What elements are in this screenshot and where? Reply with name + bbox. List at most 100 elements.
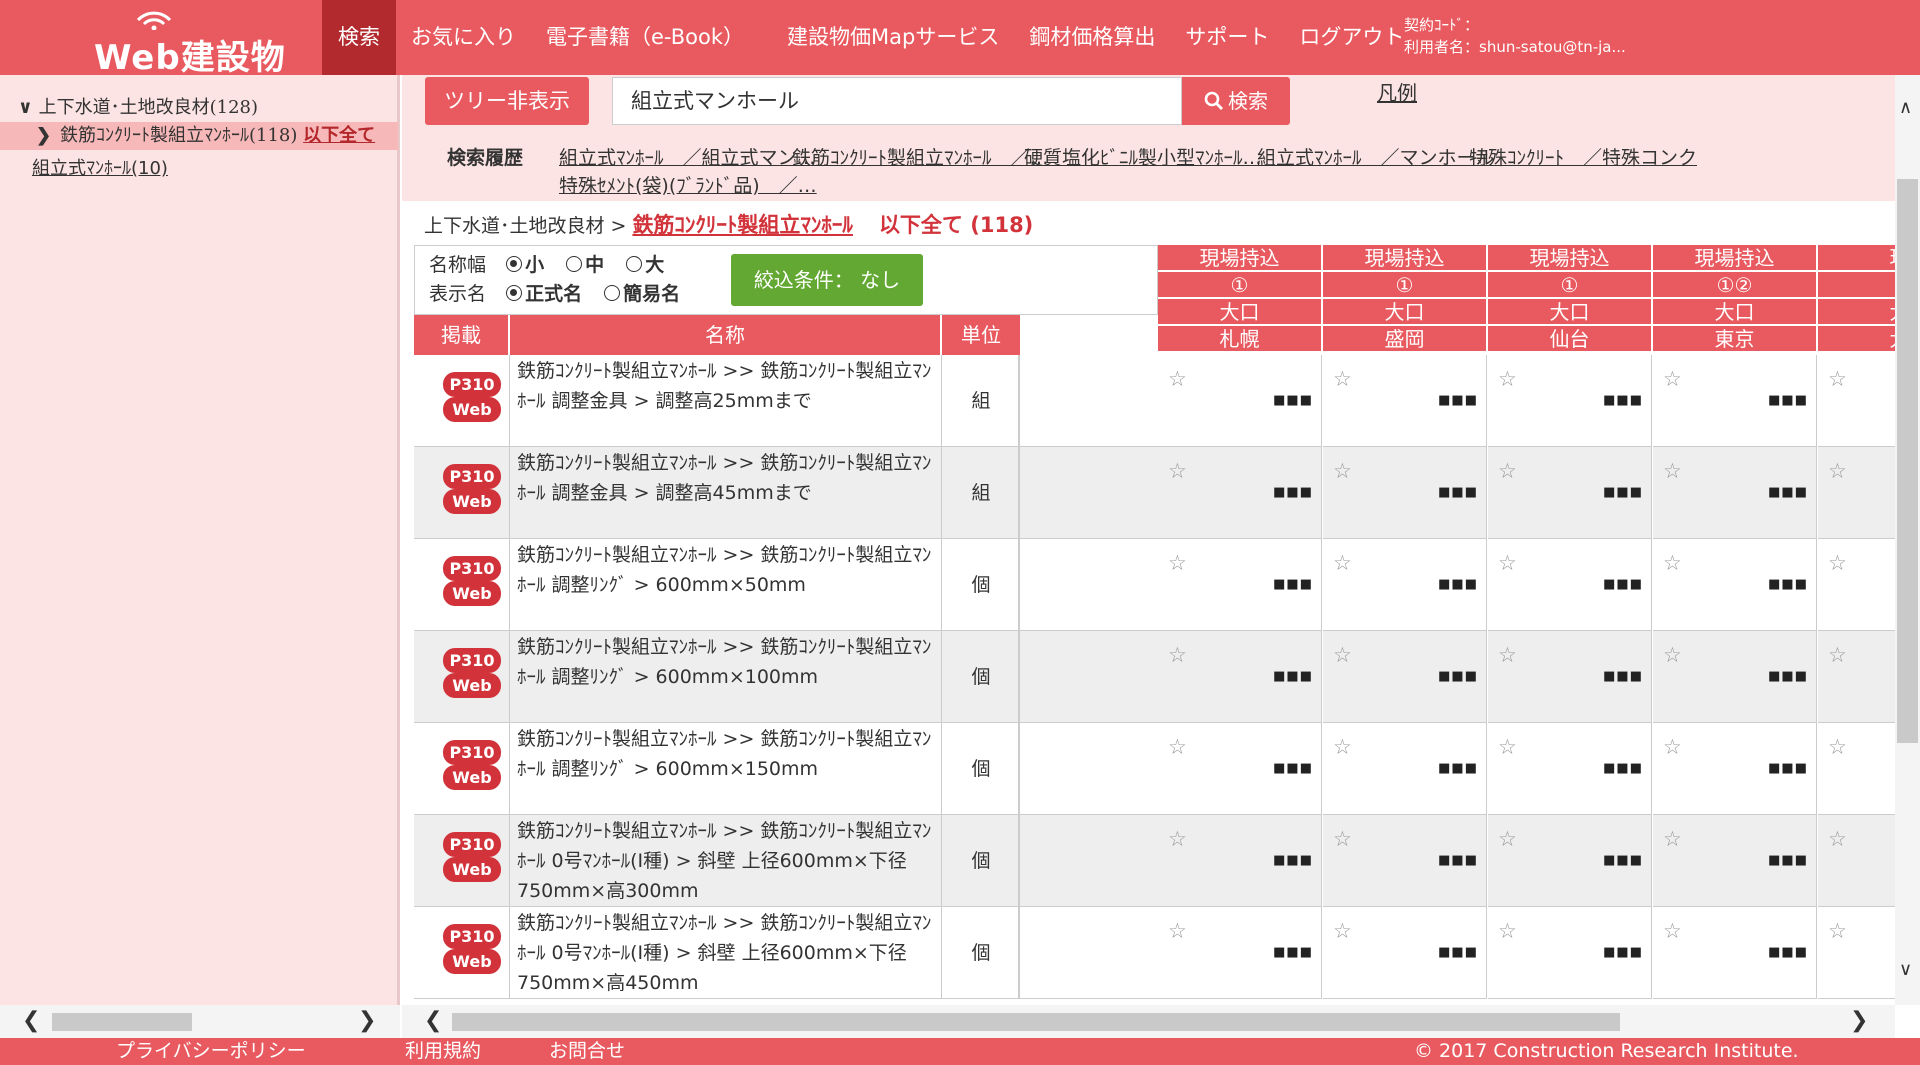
star-icon[interactable]: ☆ — [1333, 367, 1352, 391]
scroll-up-icon[interactable]: ∧ — [1899, 97, 1912, 118]
price-cell[interactable]: ☆■■■ — [1488, 447, 1652, 539]
web-badge[interactable]: Web — [443, 581, 501, 606]
contact-link[interactable]: お問合せ — [549, 1038, 625, 1065]
price-cell[interactable]: ☆■■■ — [1488, 723, 1652, 815]
logo[interactable]: Web建設物価 — [80, 6, 310, 127]
tree-all-link[interactable]: 以下全て — [303, 125, 375, 146]
star-icon[interactable]: ☆ — [1333, 919, 1352, 943]
table-row[interactable]: P310 Web 鉄筋ｺﾝｸﾘｰﾄ製組立ﾏﾝﾎｰﾙ >> 鉄筋ｺﾝｸﾘｰﾄ製組立ﾏﾝ… — [414, 631, 1160, 723]
price-cell[interactable]: ☆■■■ — [1158, 815, 1322, 907]
scroll-right-icon[interactable]: ❯ — [358, 1008, 376, 1033]
price-cell[interactable]: ☆■■■ — [1323, 539, 1487, 631]
price-cell[interactable]: ☆■■■ — [1818, 723, 1900, 815]
star-icon[interactable]: ☆ — [1498, 551, 1517, 575]
star-icon[interactable]: ☆ — [1498, 459, 1517, 483]
nav-steel-price[interactable]: 鋼材価格算出 — [1014, 0, 1170, 75]
star-icon[interactable]: ☆ — [1663, 367, 1682, 391]
nav-favorites[interactable]: お気に入り — [396, 0, 531, 75]
star-icon[interactable]: ☆ — [1498, 827, 1517, 851]
table-row[interactable]: P310 Web 鉄筋ｺﾝｸﾘｰﾄ製組立ﾏﾝﾎｰﾙ >> 鉄筋ｺﾝｸﾘｰﾄ製組立ﾏﾝ… — [414, 447, 1160, 539]
star-icon[interactable]: ☆ — [1828, 643, 1847, 667]
star-icon[interactable]: ☆ — [1663, 643, 1682, 667]
price-cell[interactable]: ☆■■■ — [1653, 539, 1817, 631]
price-cell[interactable]: ☆■■■ — [1488, 631, 1652, 723]
price-cell[interactable]: ☆■■■ — [1653, 631, 1817, 723]
history-item[interactable]: 組立式ﾏﾝﾎｰﾙ ／組立式マン… — [559, 143, 816, 170]
table-row[interactable]: P310 Web 鉄筋ｺﾝｸﾘｰﾄ製組立ﾏﾝﾎｰﾙ >> 鉄筋ｺﾝｸﾘｰﾄ製組立ﾏﾝ… — [414, 907, 1160, 999]
star-icon[interactable]: ☆ — [1828, 367, 1847, 391]
price-cell[interactable]: ☆■■■ — [1323, 447, 1487, 539]
star-icon[interactable]: ☆ — [1333, 551, 1352, 575]
legend-link[interactable]: 凡例 — [1377, 77, 1417, 106]
star-icon[interactable]: ☆ — [1168, 643, 1187, 667]
display-formal-radio[interactable]: 正式名 — [506, 283, 582, 305]
history-item[interactable]: 硬質塩化ﾋﾞﾆﾙ製小型ﾏﾝﾎｰﾙ… — [1024, 143, 1262, 170]
history-item[interactable]: 組立式ﾏﾝﾎｰﾙ ／マンホール — [1257, 143, 1495, 170]
breadcrumb-current[interactable]: 鉄筋ｺﾝｸﾘｰﾄ製組立ﾏﾝﾎｰﾙ — [632, 213, 853, 237]
price-cell[interactable]: ☆■■■ — [1158, 631, 1322, 723]
scroll-right-icon[interactable]: ❯ — [1850, 1008, 1868, 1033]
star-icon[interactable]: ☆ — [1663, 459, 1682, 483]
star-icon[interactable]: ☆ — [1168, 367, 1187, 391]
price-cell[interactable]: ☆■■■ — [1158, 539, 1322, 631]
price-cell[interactable]: ☆■■■ — [1818, 631, 1900, 723]
page-badge[interactable]: P310 — [443, 556, 501, 581]
page-badge[interactable]: P310 — [443, 372, 501, 397]
web-badge[interactable]: Web — [443, 765, 501, 790]
tree-selected-item[interactable]: ❯ 鉄筋ｺﾝｸﾘｰﾄ製組立ﾏﾝﾎｰﾙ(118) 以下全て — [0, 122, 398, 150]
scroll-thumb[interactable] — [1897, 179, 1918, 743]
main-horizontal-scrollbar[interactable]: ❮ ❯ — [402, 1005, 1895, 1038]
display-simple-radio[interactable]: 簡易名 — [604, 283, 680, 305]
privacy-policy-link[interactable]: プライバシーポリシー — [116, 1038, 306, 1065]
price-cell[interactable]: ☆■■■ — [1158, 723, 1322, 815]
item-name[interactable]: 鉄筋ｺﾝｸﾘｰﾄ製組立ﾏﾝﾎｰﾙ >> 鉄筋ｺﾝｸﾘｰﾄ製組立ﾏﾝﾎｰﾙ 調整ﾘ… — [517, 632, 937, 692]
price-cell[interactable]: ☆■■■ — [1158, 447, 1322, 539]
item-name[interactable]: 鉄筋ｺﾝｸﾘｰﾄ製組立ﾏﾝﾎｰﾙ >> 鉄筋ｺﾝｸﾘｰﾄ製組立ﾏﾝﾎｰﾙ 調整ﾘ… — [517, 540, 937, 600]
breadcrumb-parent[interactable]: 上下水道･土地改良材 — [424, 215, 605, 237]
star-icon[interactable]: ☆ — [1663, 735, 1682, 759]
star-icon[interactable]: ☆ — [1663, 551, 1682, 575]
table-row[interactable]: P310 Web 鉄筋ｺﾝｸﾘｰﾄ製組立ﾏﾝﾎｰﾙ >> 鉄筋ｺﾝｸﾘｰﾄ製組立ﾏﾝ… — [414, 723, 1160, 815]
nav-search[interactable]: 検索 — [322, 0, 396, 75]
item-name[interactable]: 鉄筋ｺﾝｸﾘｰﾄ製組立ﾏﾝﾎｰﾙ >> 鉄筋ｺﾝｸﾘｰﾄ製組立ﾏﾝﾎｰﾙ 調整ﾘ… — [517, 724, 937, 784]
price-cell[interactable]: ☆■■■ — [1488, 815, 1652, 907]
filter-conditions-button[interactable]: 絞込条件： なし — [731, 254, 923, 306]
tree-horizontal-scrollbar[interactable]: ❮ ❯ — [0, 1005, 400, 1038]
star-icon[interactable]: ☆ — [1168, 735, 1187, 759]
star-icon[interactable]: ☆ — [1828, 459, 1847, 483]
star-icon[interactable]: ☆ — [1498, 367, 1517, 391]
price-cell[interactable]: ☆■■■ — [1653, 723, 1817, 815]
price-cell[interactable]: ☆■■■ — [1818, 447, 1900, 539]
star-icon[interactable]: ☆ — [1168, 827, 1187, 851]
price-cell[interactable]: ☆■■■ — [1653, 815, 1817, 907]
nav-map-service[interactable]: 建設物価Mapサービス — [772, 0, 1014, 75]
price-cell[interactable]: ☆■■■ — [1323, 631, 1487, 723]
star-icon[interactable]: ☆ — [1498, 919, 1517, 943]
price-cell[interactable]: ☆■■■ — [1653, 447, 1817, 539]
star-icon[interactable]: ☆ — [1168, 919, 1187, 943]
history-item[interactable]: 鉄筋ｺﾝｸﾘｰﾄ製組立ﾏﾝﾎｰﾙ ／… — [792, 143, 1049, 170]
star-icon[interactable]: ☆ — [1333, 827, 1352, 851]
price-cell[interactable]: ☆■■■ — [1158, 355, 1322, 447]
page-badge[interactable]: P310 — [443, 740, 501, 765]
star-icon[interactable]: ☆ — [1828, 735, 1847, 759]
star-icon[interactable]: ☆ — [1498, 643, 1517, 667]
terms-link[interactable]: 利用規約 — [405, 1038, 481, 1065]
price-cell[interactable]: ☆■■■ — [1158, 907, 1322, 999]
item-name[interactable]: 鉄筋ｺﾝｸﾘｰﾄ製組立ﾏﾝﾎｰﾙ >> 鉄筋ｺﾝｸﾘｰﾄ製組立ﾏﾝﾎｰﾙ 調整金… — [517, 448, 937, 508]
star-icon[interactable]: ☆ — [1828, 551, 1847, 575]
price-cell[interactable]: ☆■■■ — [1818, 539, 1900, 631]
web-badge[interactable]: Web — [443, 673, 501, 698]
chevron-right-icon[interactable]: ❯ — [36, 122, 51, 150]
price-cell[interactable]: ☆■■■ — [1323, 907, 1487, 999]
web-badge[interactable]: Web — [443, 857, 501, 882]
star-icon[interactable]: ☆ — [1168, 551, 1187, 575]
item-name[interactable]: 鉄筋ｺﾝｸﾘｰﾄ製組立ﾏﾝﾎｰﾙ >> 鉄筋ｺﾝｸﾘｰﾄ製組立ﾏﾝﾎｰﾙ 0号ﾏ… — [517, 816, 937, 906]
price-cell[interactable]: ☆■■■ — [1488, 355, 1652, 447]
star-icon[interactable]: ☆ — [1663, 919, 1682, 943]
web-badge[interactable]: Web — [443, 949, 501, 974]
history-item[interactable]: 特殊ｺﾝｸﾘｰﾄ ／特殊コンク — [1469, 143, 1697, 170]
web-badge[interactable]: Web — [443, 489, 501, 514]
star-icon[interactable]: ☆ — [1828, 827, 1847, 851]
search-input[interactable]: 組立式マンホール — [612, 77, 1182, 125]
